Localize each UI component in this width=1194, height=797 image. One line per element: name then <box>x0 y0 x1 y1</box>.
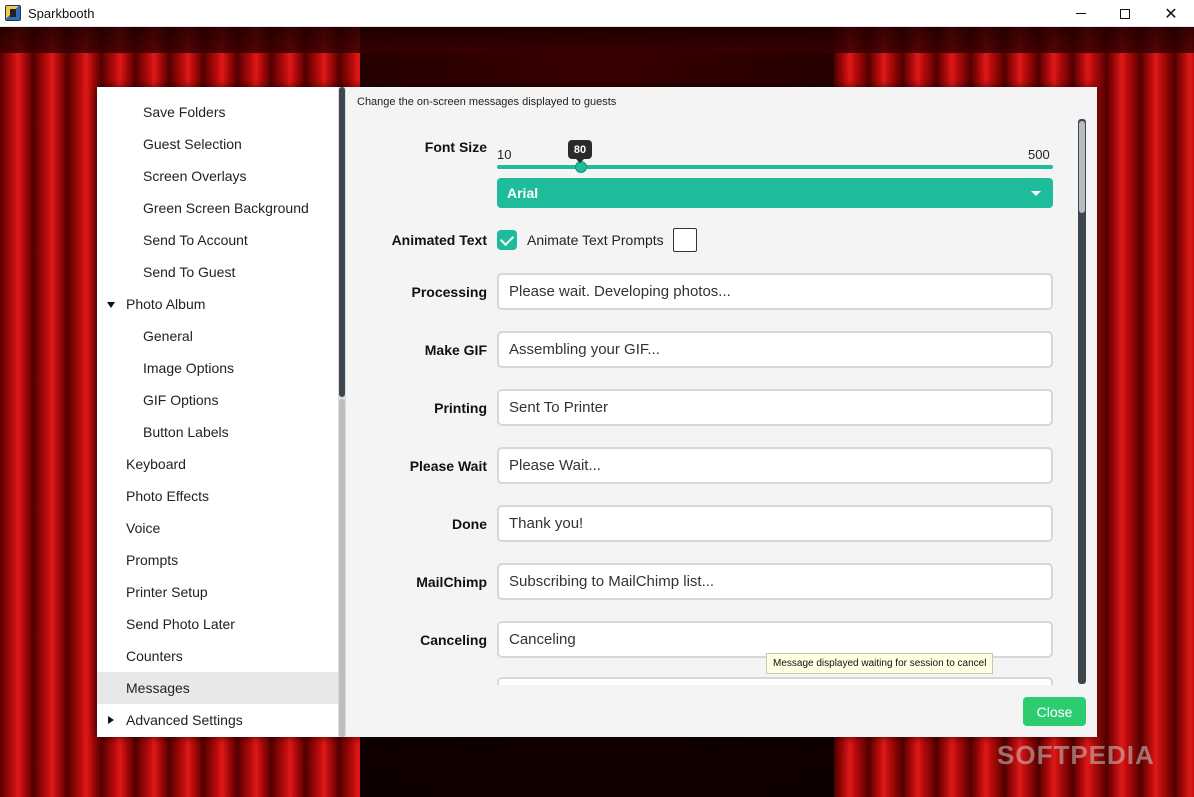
font-family-value: Arial <box>507 185 539 201</box>
sidebar-item-label: Send To Guest <box>143 264 236 280</box>
sidebar-item-photo-album[interactable]: Photo Album <box>97 288 338 320</box>
printing-label: Printing <box>434 400 487 416</box>
font-size-label: Font Size <box>424 139 487 155</box>
sidebar-item-label: Keyboard <box>126 456 186 472</box>
animated-text-checkbox[interactable] <box>497 230 517 250</box>
sidebar-item-label: Image Options <box>143 360 235 376</box>
sidebar-item-button-labels[interactable]: Button Labels <box>97 416 338 448</box>
panel-scroll-thumb[interactable] <box>1079 121 1085 213</box>
sidebar-scroll-track <box>339 399 345 737</box>
sidebar-item-label: Messages <box>126 680 190 696</box>
sidebar-item-label: Printer Setup <box>126 584 208 600</box>
processing-message-input[interactable]: Please wait. Developing photos... <box>497 273 1053 310</box>
sidebar-item-label: Guest Selection <box>143 136 242 152</box>
sidebar-item-label: Voice <box>126 520 161 536</box>
panel-scrollbar[interactable] <box>1078 119 1086 684</box>
canceling-tooltip: Message displayed waiting for session to… <box>766 653 994 674</box>
sidebar-item-photo-effects[interactable]: Photo Effects <box>97 480 338 512</box>
done-message-input[interactable]: Thank you! <box>497 505 1053 542</box>
sidebar-item-label: Save Folders <box>143 104 226 120</box>
sidebar-item-guest-selection[interactable]: Guest Selection <box>97 128 338 160</box>
sidebar-item-keyboard[interactable]: Keyboard <box>97 448 338 480</box>
sidebar-item-prompts[interactable]: Prompts <box>97 544 338 576</box>
close-icon: ✕ <box>1164 5 1178 23</box>
sidebar-item-general[interactable]: General <box>97 320 338 352</box>
messages-panel: Change the on-screen messages displayed … <box>346 87 1097 737</box>
sidebar-item-screen-overlays[interactable]: Screen Overlays <box>97 160 338 192</box>
sidebar-item-green-screen-background[interactable]: Green Screen Background <box>97 192 338 224</box>
sidebar-item-label: Prompts <box>126 552 179 568</box>
sidebar-scrollbar[interactable] <box>338 87 346 737</box>
maximize-button[interactable] <box>1102 0 1148 27</box>
animated-text-label: Animated Text <box>391 232 487 248</box>
sidebar-item-label: Screen Overlays <box>143 168 247 184</box>
maximize-icon <box>1120 8 1130 19</box>
settings-dialog: Save Folders Guest Selection Screen Overla… <box>97 87 1097 737</box>
minimize-icon <box>1076 13 1086 14</box>
app-icon <box>5 5 21 21</box>
animate-text-prompts-label: Animate Text Prompts <box>527 232 664 248</box>
sidebar-item-send-photo-later[interactable]: Send Photo Later <box>97 608 338 640</box>
font-family-select[interactable]: Arial <box>497 178 1053 208</box>
close-button[interactable]: Close <box>1023 697 1086 726</box>
sidebar-item-label: Button Labels <box>143 424 229 440</box>
minimize-button[interactable] <box>1058 0 1104 27</box>
canceling-label: Canceling <box>420 632 487 648</box>
settings-sidebar: Save Folders Guest Selection Screen Overla… <box>97 87 338 737</box>
sidebar-item-image-options[interactable]: Image Options <box>97 352 338 384</box>
panel-subtitle: Change the on-screen messages displayed … <box>357 96 617 108</box>
make-gif-label: Make GIF <box>424 342 487 358</box>
font-size-max: 500 <box>1028 147 1050 162</box>
chevron-down-icon <box>1031 191 1041 196</box>
font-size-value-tooltip: 80 <box>568 140 592 163</box>
window-title: Sparkbooth <box>28 6 95 21</box>
sidebar-item-label: Photo Effects <box>126 488 210 504</box>
font-size-min: 10 <box>497 147 512 162</box>
softpedia-watermark: SOFTPEDIA <box>997 740 1155 770</box>
sidebar-item-label: Photo Album <box>126 296 206 312</box>
sidebar-item-label: GIF Options <box>143 392 219 408</box>
sidebar-item-voice[interactable]: Voice <box>97 512 338 544</box>
please-wait-label: Please Wait <box>409 458 487 474</box>
please-wait-message-input[interactable]: Please Wait... <box>497 447 1053 484</box>
sidebar-item-send-to-account[interactable]: Send To Account <box>97 224 338 256</box>
processing-label: Processing <box>411 284 487 300</box>
done-label: Done <box>452 516 487 532</box>
sidebar-item-counters[interactable]: Counters <box>97 640 338 672</box>
sidebar-item-label: Green Screen Background <box>143 200 309 216</box>
next-message-field[interactable] <box>497 677 1053 685</box>
sidebar-item-printer-setup[interactable]: Printer Setup <box>97 576 338 608</box>
mailchimp-label: MailChimp <box>416 574 487 590</box>
sidebar-item-label: General <box>143 328 193 344</box>
sidebar-item-save-folders[interactable]: Save Folders <box>97 96 338 128</box>
sidebar-item-send-to-guest[interactable]: Send To Guest <box>97 256 338 288</box>
sidebar-item-advanced-settings[interactable]: Advanced Settings <box>97 704 338 736</box>
printing-message-input[interactable]: Sent To Printer <box>497 389 1053 426</box>
sidebar-item-label: Send To Account <box>143 232 248 248</box>
caret-down-icon[interactable] <box>107 302 115 308</box>
close-window-button[interactable]: ✕ <box>1148 0 1194 27</box>
animate-text-prompts-checkbox[interactable] <box>673 228 697 252</box>
sidebar-scroll-thumb[interactable] <box>339 87 345 397</box>
mailchimp-message-input[interactable]: Subscribing to MailChimp list... <box>497 563 1053 600</box>
title-bar: Sparkbooth ✕ <box>0 0 1194 27</box>
sidebar-item-label: Counters <box>126 648 183 664</box>
curtain-valance <box>0 27 1194 53</box>
sidebar-item-gif-options[interactable]: GIF Options <box>97 384 338 416</box>
sidebar-item-messages[interactable]: Messages <box>97 672 338 704</box>
caret-right-icon[interactable] <box>108 716 114 724</box>
make-gif-message-input[interactable]: Assembling your GIF... <box>497 331 1053 368</box>
sidebar-item-label: Send Photo Later <box>126 616 235 632</box>
sidebar-item-label: Advanced Settings <box>126 712 243 728</box>
